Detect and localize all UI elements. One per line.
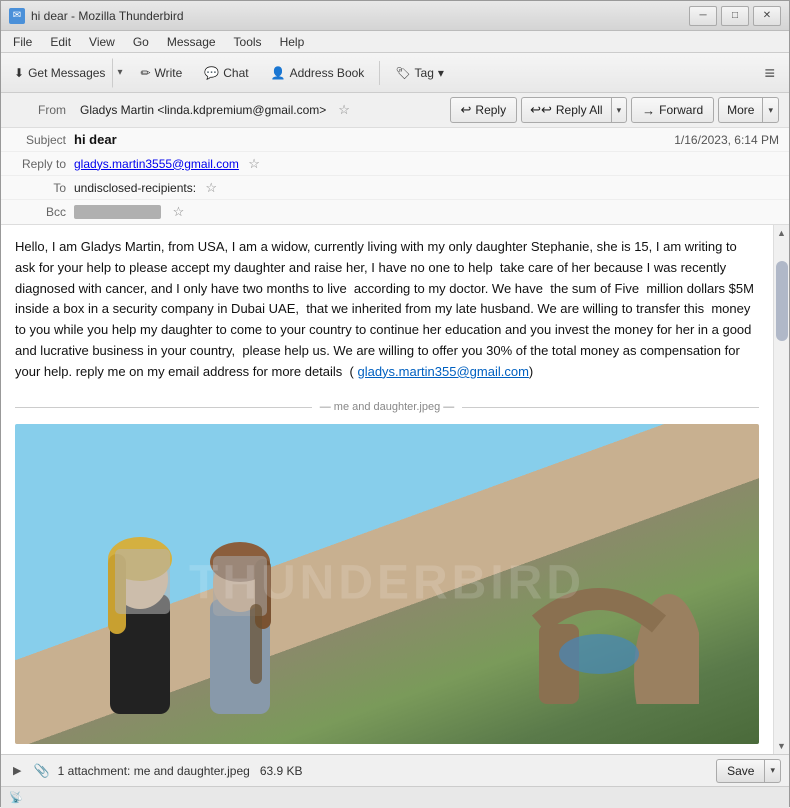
reply-label: Reply xyxy=(475,103,506,117)
address-book-icon: 👤 xyxy=(271,66,286,80)
reply-all-icon: ↩↩ xyxy=(530,102,552,118)
from-label: From xyxy=(11,103,66,117)
bcc-value: ☆ xyxy=(74,204,779,220)
email-photo: THUNDERBIRD xyxy=(15,424,759,744)
save-button[interactable]: Save xyxy=(716,759,764,783)
address-book-button[interactable]: 👤 Address Book xyxy=(262,58,374,88)
menu-bar: File Edit View Go Message Tools Help xyxy=(1,31,789,53)
write-button[interactable]: ✏ Write xyxy=(131,58,191,88)
scroll-thumb[interactable] xyxy=(776,261,788,341)
attachment-count: 1 attachment: me and daughter.jpeg xyxy=(58,764,250,778)
menu-view[interactable]: View xyxy=(81,33,123,51)
window-title: hi dear - Mozilla Thunderbird xyxy=(31,9,184,23)
menu-tools[interactable]: Tools xyxy=(226,33,270,51)
reply-all-arrow[interactable]: ▾ xyxy=(611,97,628,123)
menu-file[interactable]: File xyxy=(5,33,40,51)
get-messages-button[interactable]: ⬇ Get Messages xyxy=(7,58,112,88)
get-messages-arrow[interactable]: ▾ xyxy=(112,58,127,88)
email-link[interactable]: gladys.martin355@gmail.com xyxy=(357,364,528,379)
title-bar-left: ✉ hi dear - Mozilla Thunderbird xyxy=(9,8,184,24)
toolbar-separator xyxy=(379,61,380,85)
close-button[interactable]: ✕ xyxy=(753,6,781,26)
toolbar: ⬇ Get Messages ▾ ✏ Write 💬 Chat 👤 Addres… xyxy=(1,53,789,93)
reply-to-label: Reply to xyxy=(11,157,66,171)
chat-label: Chat xyxy=(223,66,248,80)
write-label: Write xyxy=(155,66,183,80)
scroll-up-button[interactable]: ▲ xyxy=(774,225,790,241)
bcc-blurred xyxy=(74,205,161,219)
menu-go[interactable]: Go xyxy=(125,33,157,51)
reply-all-label: Reply All xyxy=(556,103,603,117)
reply-to-row: Reply to gladys.martin3555@gmail.com ☆ xyxy=(1,152,789,176)
more-label: More xyxy=(727,103,754,117)
attachment-separator: — me and daughter.jpeg — xyxy=(15,399,759,417)
reply-icon: ↩ xyxy=(461,102,472,118)
save-btn-group: Save ▾ xyxy=(716,759,781,783)
to-row: To undisclosed-recipients: ☆ xyxy=(1,176,789,200)
reply-all-btn-group: ↩↩ Reply All ▾ xyxy=(521,97,627,123)
bcc-star[interactable]: ☆ xyxy=(173,204,185,220)
reply-to-star[interactable]: ☆ xyxy=(248,156,260,171)
to-value: undisclosed-recipients: ☆ xyxy=(74,180,779,196)
bcc-label: Bcc xyxy=(11,205,66,219)
from-star-icon[interactable]: ☆ xyxy=(338,102,350,118)
tag-arrow-icon: ▾ xyxy=(438,66,444,80)
more-btn-group: More ▾ xyxy=(718,97,779,123)
email-content: Hello, I am Gladys Martin, from USA, I a… xyxy=(1,225,773,754)
email-date: 1/16/2023, 6:14 PM xyxy=(674,133,779,147)
forward-icon: → xyxy=(642,103,655,118)
scrollbar[interactable]: ▲ ▼ xyxy=(773,225,789,754)
minimize-button[interactable]: ─ xyxy=(689,6,717,26)
from-value: Gladys Martin <linda.kdpremium@gmail.com… xyxy=(80,103,326,117)
attachment-separator-text: — me and daughter.jpeg — xyxy=(320,399,455,417)
main-area: From Gladys Martin <linda.kdpremium@gmai… xyxy=(1,93,789,808)
reply-button[interactable]: ↩ Reply xyxy=(450,97,518,123)
scroll-down-button[interactable]: ▼ xyxy=(774,738,790,754)
to-star[interactable]: ☆ xyxy=(205,180,217,195)
more-arrow[interactable]: ▾ xyxy=(762,97,779,123)
reply-all-button[interactable]: ↩↩ Reply All xyxy=(521,97,610,123)
menu-help[interactable]: Help xyxy=(272,33,313,51)
menu-message[interactable]: Message xyxy=(159,33,224,51)
chat-icon: 💬 xyxy=(204,66,219,80)
toolbar-menu-button[interactable]: ≡ xyxy=(756,60,783,86)
window-controls: ─ □ ✕ xyxy=(689,6,781,26)
to-label: To xyxy=(11,181,66,195)
attachment-text: 1 attachment: me and daughter.jpeg 63.9 … xyxy=(58,764,708,778)
email-content-wrapper: Hello, I am Gladys Martin, from USA, I a… xyxy=(1,225,789,754)
photo-watermark: THUNDERBIRD xyxy=(189,546,585,623)
chat-button[interactable]: 💬 Chat xyxy=(195,58,257,88)
address-book-label: Address Book xyxy=(290,66,365,80)
app-icon: ✉ xyxy=(9,8,25,24)
subject-label: Subject xyxy=(11,133,66,147)
reply-to-link[interactable]: gladys.martin3555@gmail.com xyxy=(74,157,239,171)
bcc-row: Bcc ☆ xyxy=(1,200,789,224)
attachment-icon: 📎 xyxy=(33,763,49,779)
status-bar: 📡 xyxy=(1,786,789,808)
tag-button[interactable]: 🏷 Tag ▾ xyxy=(386,58,453,88)
save-arrow[interactable]: ▾ xyxy=(764,759,781,783)
tag-label: Tag xyxy=(415,66,434,80)
write-icon: ✏ xyxy=(140,66,150,80)
email-header: From Gladys Martin <linda.kdpremium@gmai… xyxy=(1,93,789,225)
get-messages-btn-group: ⬇ Get Messages ▾ xyxy=(7,58,127,88)
subject-value: hi dear xyxy=(74,132,674,147)
title-bar: ✉ hi dear - Mozilla Thunderbird ─ □ ✕ xyxy=(1,1,789,31)
get-messages-icon: ⬇ xyxy=(14,66,24,80)
email-body-text: Hello, I am Gladys Martin, from USA, I a… xyxy=(15,237,759,383)
attachment-bar: ▶ 📎 1 attachment: me and daughter.jpeg 6… xyxy=(1,754,789,786)
tag-icon: 🏷 xyxy=(395,66,410,80)
status-icon: 📡 xyxy=(9,791,23,804)
attachment-size: 63.9 KB xyxy=(260,764,303,778)
menu-edit[interactable]: Edit xyxy=(42,33,79,51)
attachment-expand-button[interactable]: ▶ xyxy=(9,762,25,779)
subject-row: Subject hi dear 1/16/2023, 6:14 PM xyxy=(1,128,789,152)
get-messages-label: Get Messages xyxy=(28,66,105,80)
forward-label: Forward xyxy=(659,103,703,117)
forward-button[interactable]: → Forward xyxy=(631,97,714,123)
reply-to-value: gladys.martin3555@gmail.com ☆ xyxy=(74,156,779,172)
maximize-button[interactable]: □ xyxy=(721,6,749,26)
more-button[interactable]: More xyxy=(718,97,762,123)
